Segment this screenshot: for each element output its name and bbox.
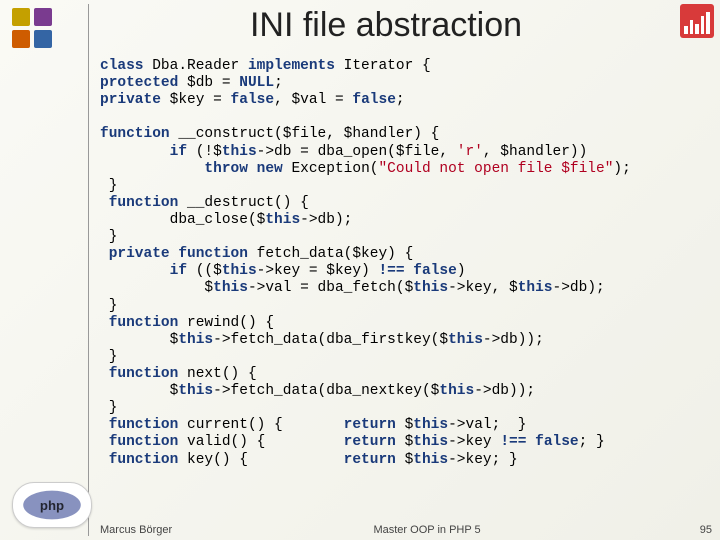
code-block: class Dba.Reader implements Iterator { p… [100,58,716,518]
footer-author: Marcus Börger [100,524,172,536]
footer: Marcus BörgerMaster OOP in PHP 595 [100,524,712,536]
php-logo: php [12,482,92,528]
corner-logo [12,8,72,68]
slide-number: 95 [682,524,712,536]
divider [88,4,89,536]
svg-text:php: php [40,498,64,513]
slide-title: INI file abstraction [100,6,672,45]
footer-title: Master OOP in PHP 5 [172,524,682,536]
bar-chart-icon [680,4,714,38]
